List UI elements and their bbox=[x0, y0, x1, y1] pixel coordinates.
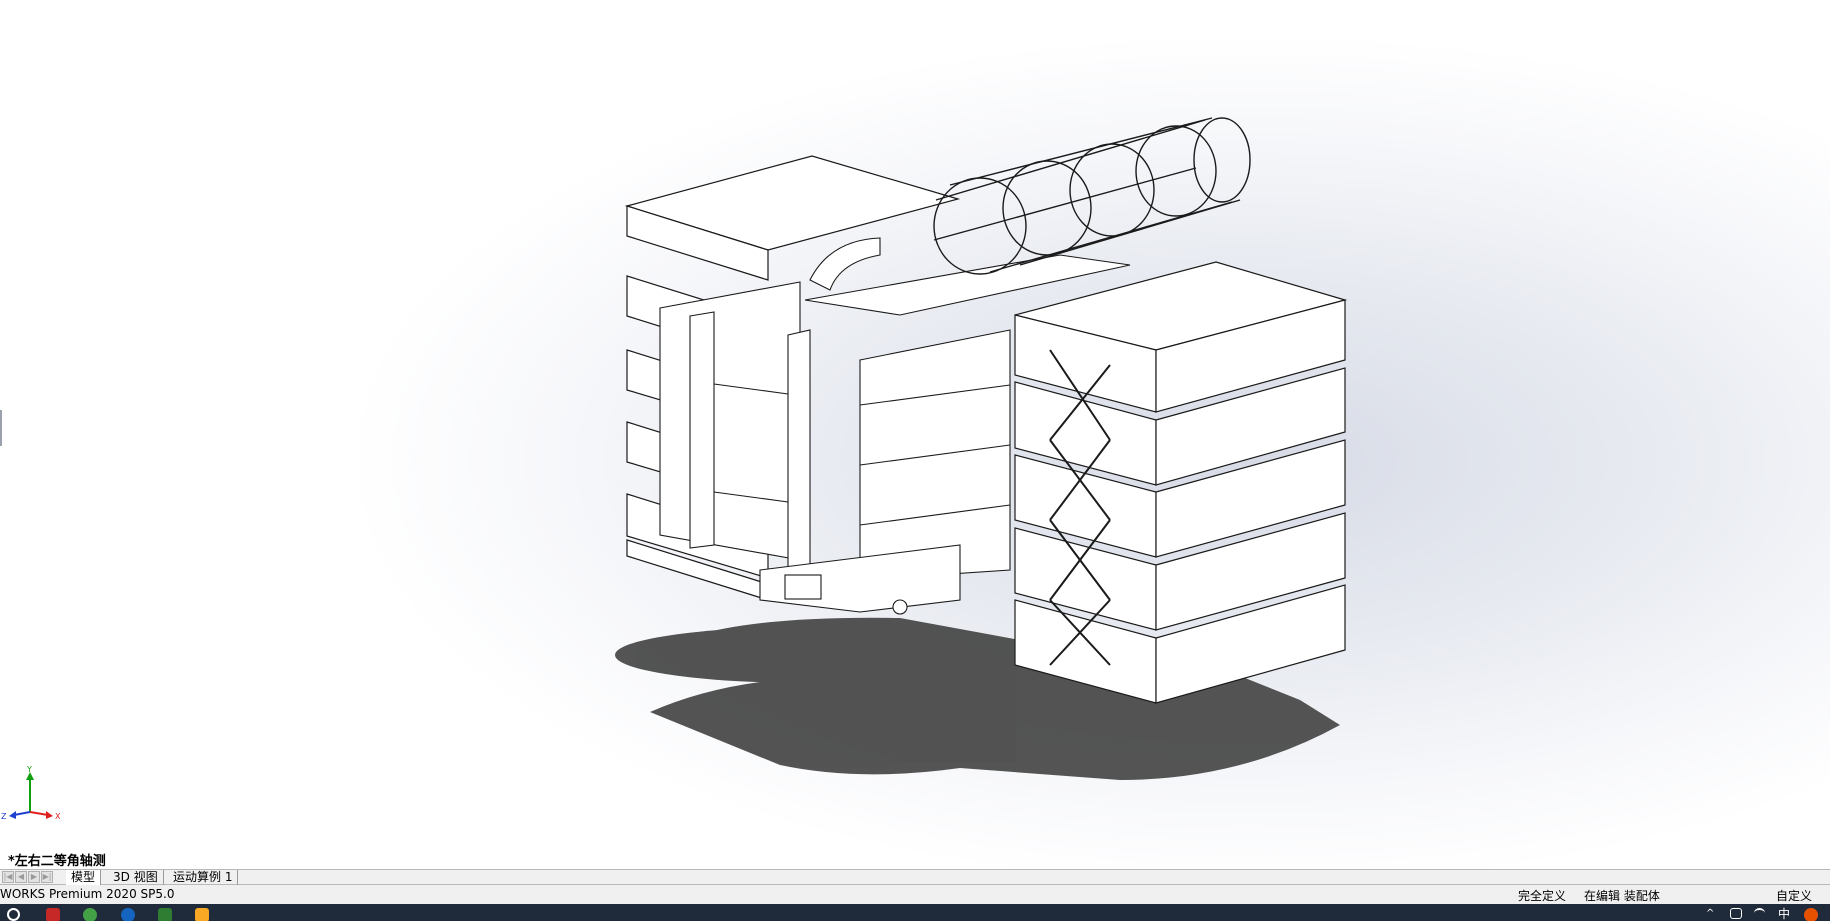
tab-last-icon[interactable]: ▶| bbox=[41, 871, 53, 883]
tab-model[interactable]: 模型 bbox=[66, 870, 102, 885]
tab-motion-study[interactable]: 运动算例 1 bbox=[168, 870, 239, 885]
viewport-edge-handle[interactable] bbox=[0, 410, 2, 446]
chevron-up-icon[interactable]: ^ bbox=[1706, 908, 1716, 921]
network-icon[interactable] bbox=[1730, 908, 1742, 919]
file-explorer-icon[interactable] bbox=[195, 908, 209, 921]
app-icon-red[interactable] bbox=[46, 908, 60, 921]
windows-taskbar: ^ 中 bbox=[0, 904, 1830, 921]
tab-prev-icon[interactable]: ◀ bbox=[15, 871, 27, 883]
status-editing: 在编辑 装配体 bbox=[1584, 889, 1660, 903]
wifi-icon[interactable] bbox=[1754, 908, 1765, 918]
status-bar: WORKS Premium 2020 SP5.0 完全定义 在编辑 装配体 自定… bbox=[0, 885, 1830, 904]
app-icon-green[interactable] bbox=[83, 908, 97, 921]
wechat-icon[interactable] bbox=[158, 908, 172, 921]
triad-z-label: Z bbox=[1, 812, 7, 821]
tab-3d-view[interactable]: 3D 视图 bbox=[108, 870, 164, 885]
cage-cylinder bbox=[933, 117, 1251, 275]
ime-indicator[interactable]: 中 bbox=[1778, 905, 1792, 921]
app-icon-blue-k[interactable] bbox=[121, 908, 135, 921]
triad-y-label: Y bbox=[26, 765, 32, 774]
triad-x-label: X bbox=[55, 812, 61, 821]
right-battery-stack bbox=[1014, 261, 1348, 704]
status-definition: 完全定义 bbox=[1518, 889, 1567, 903]
bottom-tab-bar: |◀ ◀ ▶ ▶| 模型 3D 视图 运动算例 1 bbox=[0, 869, 1830, 885]
status-product: WORKS Premium 2020 SP5.0 bbox=[0, 887, 175, 901]
sogou-icon[interactable] bbox=[1804, 908, 1818, 921]
tab-next-icon[interactable]: ▶ bbox=[28, 871, 40, 883]
graphics-viewport[interactable]: Y X Z *左右二等角轴测 bbox=[0, 0, 1830, 869]
assembly-model[interactable] bbox=[0, 0, 1830, 869]
axis-triad: Y X Z bbox=[1, 765, 61, 821]
view-orientation-label: *左右二等角轴测 bbox=[8, 854, 106, 869]
status-units[interactable]: 自定义 bbox=[1776, 887, 1812, 904]
search-icon[interactable] bbox=[7, 908, 20, 921]
tab-first-icon[interactable]: |◀ bbox=[2, 871, 14, 883]
